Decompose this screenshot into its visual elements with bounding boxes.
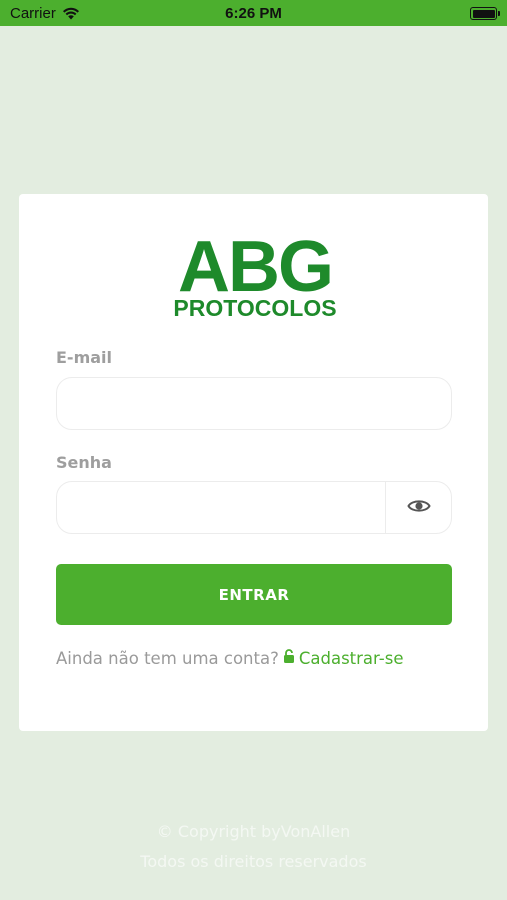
rights-text: Todos os direitos reservados (140, 852, 367, 871)
password-field-wrapper (56, 481, 452, 534)
eye-icon (406, 498, 431, 518)
email-field-wrapper (56, 377, 452, 430)
signup-prompt: Ainda não tem uma conta? Cadastrar-se (56, 649, 403, 668)
battery-icon (470, 7, 500, 20)
login-button[interactable]: ENTRAR (56, 564, 452, 625)
clock: 6:26 PM (225, 5, 282, 22)
signup-link-label: Cadastrar-se (298, 649, 404, 668)
abg-logo: ABG PROTOCOLOS (171, 227, 339, 321)
signup-link[interactable]: Cadastrar-se (283, 649, 404, 668)
no-account-text: Ainda não tem uma conta? (56, 649, 279, 668)
unlock-icon (283, 649, 295, 668)
login-card: ABG PROTOCOLOS E-mail Senha ENTRAR Ainda… (19, 194, 488, 731)
copyright-text: © Copyright byVonAllen (156, 822, 351, 841)
logo-main-text: ABG (178, 227, 334, 307)
battery-level (472, 9, 495, 18)
email-label: E-mail (56, 348, 113, 367)
logo-sub-text: PROTOCOLOS (173, 295, 337, 321)
password-label: Senha (56, 453, 112, 472)
status-bar-right (470, 5, 500, 20)
status-bar: Carrier 6:26 PM (0, 0, 507, 26)
toggle-password-visibility-button[interactable] (385, 482, 451, 533)
email-field[interactable] (57, 378, 451, 429)
